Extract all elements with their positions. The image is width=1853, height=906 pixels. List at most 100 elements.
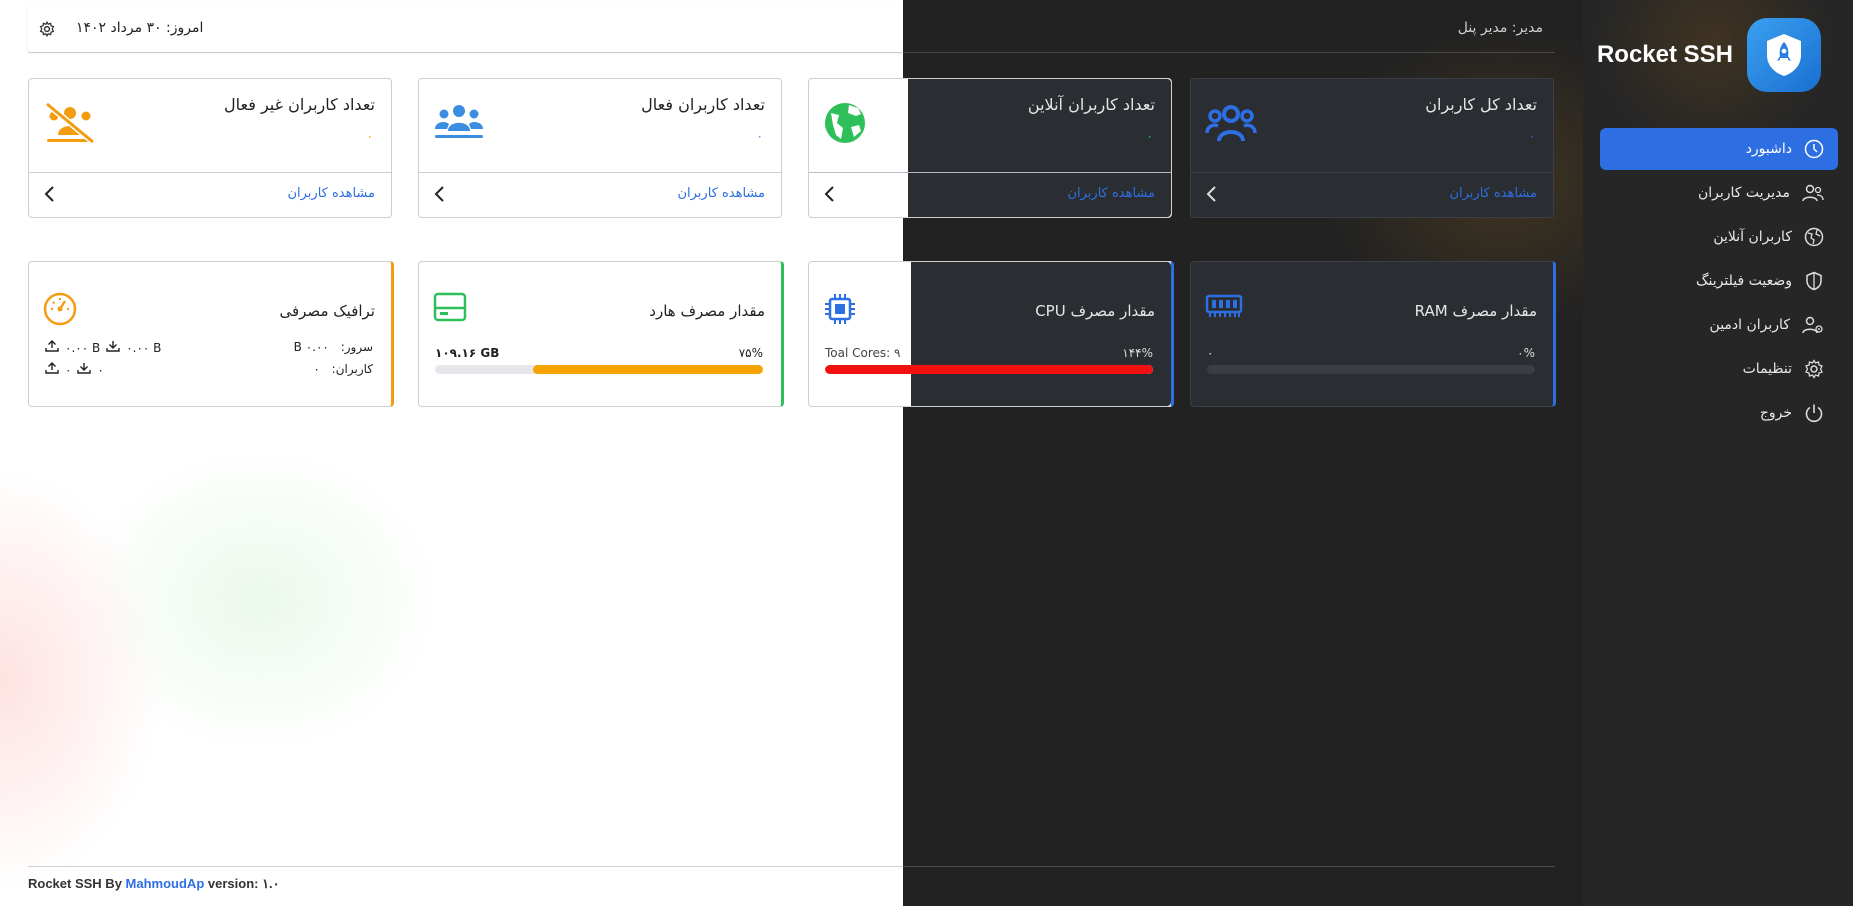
brand[interactable]: Rocket SSH — [1597, 18, 1821, 92]
ram-amount: ۰ — [1207, 346, 1214, 360]
stat-title: تعداد کاربران آنلاین — [1027, 95, 1155, 114]
stat-card-active-users: تعداد کاربران فعال ۰ مشاهده کاربران — [418, 78, 782, 218]
author-link[interactable]: MahmoudAp — [126, 876, 205, 891]
ram-progress-bar — [1207, 365, 1535, 374]
rocket-shield-logo-icon — [1747, 18, 1821, 92]
sidebar-item-label: کاربران ادمین — [1709, 317, 1790, 333]
sidebar-item-label: خروج — [1759, 405, 1792, 421]
disk-progress-bar — [435, 365, 763, 374]
sidebar-item-label: مدیریت کاربران — [1697, 185, 1790, 201]
traffic-server-value: B ۰.۰۰ — [293, 340, 329, 354]
sidebar-item-logout[interactable]: خروج — [1600, 392, 1838, 434]
stat-title: تعداد کل کاربران — [1425, 95, 1537, 114]
users-group-icon — [433, 101, 485, 145]
stat-value: ۰ — [1146, 129, 1153, 143]
sidebar-item-online-users[interactable]: کاربران آنلاین — [1600, 216, 1838, 258]
stat-card-total-users: تعداد کل کاربران ۰ مشاهده کاربران — [1190, 78, 1554, 218]
disk-percent: ۷۵% — [738, 346, 763, 360]
speedometer-icon — [43, 292, 77, 330]
chevron-left-icon[interactable] — [433, 185, 447, 207]
resource-card-disk: مقدار مصرف هارد ۷۵% ۱۰۹.۱۶ GB — [418, 261, 784, 407]
resource-title: مقدار مصرف هارد — [649, 302, 765, 320]
traffic-server-label: سرور: — [340, 340, 373, 354]
footer-prefix: Rocket SSH By — [28, 876, 122, 891]
gear-icon — [1805, 359, 1823, 379]
users-group-icon — [1205, 101, 1257, 149]
view-users-link[interactable]: مشاهده کاربران — [287, 186, 375, 201]
users-download-value: ۰ — [97, 362, 104, 377]
users-upload-value: ۰ — [65, 362, 72, 377]
server-upload-value: ۰.۰۰ B — [65, 340, 101, 355]
footer-credit: Rocket SSH By MahmoudAp version: ۱.۰ — [28, 876, 280, 892]
traffic-users-label: کاربران: — [331, 362, 373, 376]
stat-title: تعداد کاربران فعال — [641, 95, 765, 114]
sidebar-item-users[interactable]: مدیریت کاربران — [1600, 172, 1838, 214]
dashboard-icon — [1804, 139, 1824, 159]
download-icon — [77, 362, 92, 377]
resource-title: ترافیک مصرفی — [279, 302, 375, 320]
stat-card-inactive-users: تعداد کاربران غیر فعال ۰ مشاهده کاربران — [28, 78, 392, 218]
dark-half-overlay — [911, 262, 1171, 406]
chevron-left-icon[interactable] — [1205, 185, 1219, 207]
sidebar-item-label: داشبورد — [1745, 141, 1792, 157]
chevron-left-icon[interactable] — [823, 185, 837, 207]
traffic-server-updown: ۰.۰۰ B ۰.۰۰ B — [45, 340, 161, 355]
brand-name: Rocket SSH — [1596, 41, 1733, 68]
cpu-progress-fill — [825, 365, 1153, 374]
admin-users-icon — [1802, 316, 1823, 334]
power-icon — [1805, 404, 1823, 423]
sidebar-nav: داشبورد مدیریت کاربران کاربران آنلاین وض… — [1600, 128, 1838, 436]
sidebar-item-label: تنظیمات — [1742, 361, 1792, 377]
stat-value: ۰ — [1528, 129, 1535, 143]
cpu-percent: ۱۴۴% — [1122, 346, 1153, 360]
users-slash-icon — [43, 101, 97, 149]
sidebar-item-dashboard[interactable]: داشبورد — [1600, 128, 1838, 170]
resource-card-traffic: ترافیک مصرفی سرور: B ۰.۰۰ کاربران: ۰ ۰.۰… — [28, 261, 394, 407]
stat-card-footer: مشاهده کاربران — [1191, 172, 1553, 217]
chevron-left-icon[interactable] — [43, 185, 57, 207]
footer-version: version: ۱.۰ — [207, 876, 280, 891]
stat-value: ۰ — [366, 129, 373, 143]
date-bar: امروز: ۳۰ مرداد ۱۴۰۲ — [28, 6, 903, 52]
download-icon — [106, 340, 120, 355]
globe-icon — [1804, 227, 1824, 247]
sidebar-item-label: وضعیت فیلترینگ — [1696, 273, 1792, 289]
sidebar: Rocket SSH داشبورد مدیریت کاربران کاربرا… — [1583, 0, 1853, 906]
stat-card-footer: مشاهده کاربران — [809, 172, 1171, 217]
view-users-link[interactable]: مشاهده کاربران — [1067, 186, 1155, 201]
ram-percent: ۰% — [1517, 346, 1535, 360]
footer-divider — [28, 866, 1555, 867]
view-users-link[interactable]: مشاهده کاربران — [1449, 186, 1537, 201]
today-date: امروز: ۳۰ مرداد ۱۴۰۲ — [76, 20, 204, 36]
view-users-link[interactable]: مشاهده کاربران — [677, 186, 765, 201]
sidebar-item-filtering-status[interactable]: وضعیت فیلترینگ — [1600, 260, 1838, 302]
sidebar-item-settings[interactable]: تنظیمات — [1600, 348, 1838, 390]
upload-icon — [45, 340, 59, 355]
resource-card-cpu: مقدار مصرف CPU ۱۴۴% Toal Cores: ۹ — [808, 261, 1174, 407]
resource-title: مقدار مصرف CPU — [1035, 302, 1155, 320]
sidebar-item-label: کاربران آنلاین — [1713, 229, 1792, 245]
settings-gear-icon[interactable] — [39, 20, 55, 41]
disk-amount: ۱۰۹.۱۶ GB — [435, 346, 500, 360]
stat-card-online-users: تعداد کاربران آنلاین ۰ مشاهده کاربران — [808, 78, 1172, 218]
stat-title: تعداد کاربران غیر فعال — [224, 95, 375, 114]
server-download-value: ۰.۰۰ B — [126, 340, 162, 355]
users-icon — [1802, 184, 1824, 202]
top-header: امروز: ۳۰ مرداد ۱۴۰۲ مدیر: مدیر پنل — [28, 6, 1555, 53]
upload-icon — [45, 362, 59, 377]
globe-icon — [823, 101, 867, 149]
disk-progress-fill — [533, 365, 763, 374]
traffic-users-row: کاربران: ۰ — [313, 362, 373, 376]
shield-icon — [1806, 271, 1822, 291]
cpu-chip-icon — [823, 292, 857, 330]
resource-card-ram: مقدار مصرف RAM ۰% ۰ — [1190, 261, 1556, 407]
sidebar-item-admin-users[interactable]: کاربران ادمین — [1600, 304, 1838, 346]
resource-title: مقدار مصرف RAM — [1414, 302, 1537, 320]
stat-card-footer: مشاهده کاربران — [29, 172, 391, 217]
cpu-progress-bar — [825, 365, 1153, 374]
ram-memory-icon — [1205, 292, 1243, 324]
stat-card-footer: مشاهده کاربران — [419, 172, 781, 217]
hard-drive-icon — [433, 292, 467, 326]
manager-name: مدیر: مدیر پنل — [1457, 20, 1543, 36]
traffic-users-value: ۰ — [313, 362, 320, 376]
